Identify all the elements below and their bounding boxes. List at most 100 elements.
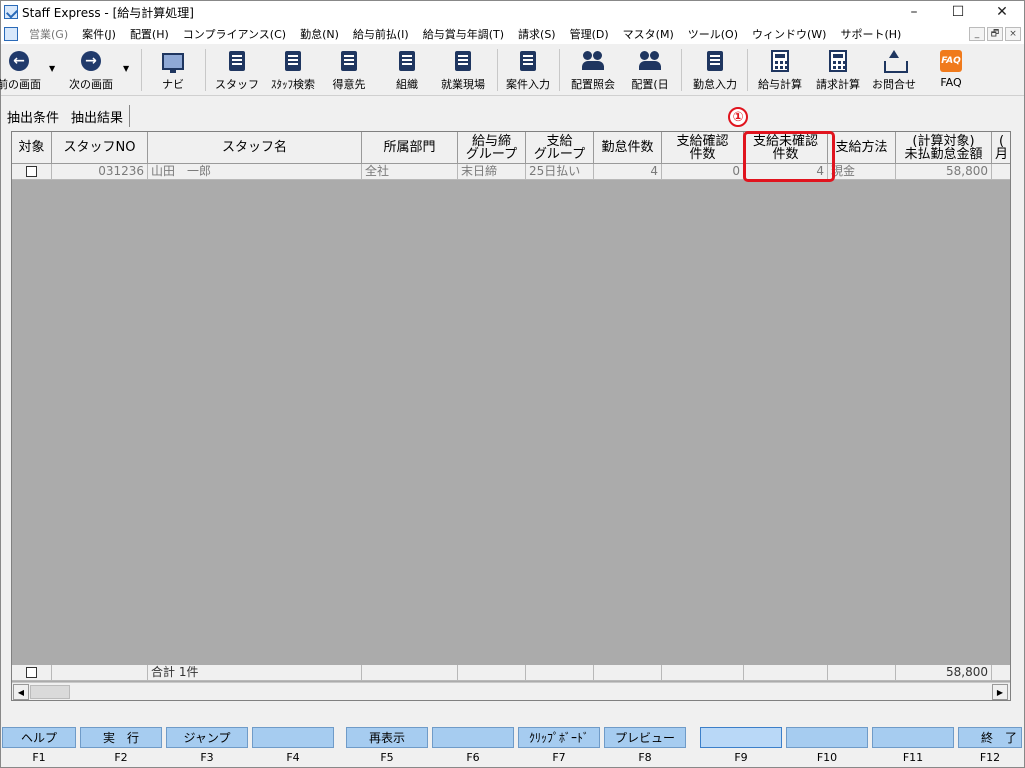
toolbar-separator: [205, 49, 206, 91]
f7-clipboard-button[interactable]: ｸﾘｯﾌﾟﾎﾞｰﾄﾞ: [518, 727, 600, 748]
col-header-payment-group[interactable]: 支給 グループ: [526, 132, 594, 164]
f9-button[interactable]: [700, 727, 782, 748]
organization-button[interactable]: 組織: [385, 46, 429, 94]
scroll-left-icon[interactable]: ◀: [13, 684, 29, 700]
tab-extraction-results[interactable]: 抽出結果: [65, 105, 131, 127]
toolbar-separator: [559, 49, 560, 91]
upload-icon: [883, 50, 908, 73]
col-header-staff-no[interactable]: スタッフNO: [52, 132, 148, 164]
inquiry-button[interactable]: お問合せ: [867, 46, 921, 94]
case-input-icon: [520, 51, 536, 71]
col-header-staff-name[interactable]: スタッフ名: [148, 132, 362, 164]
app-logo-icon: [4, 5, 18, 19]
total-blank-cell: [52, 665, 148, 681]
toolbar-separator: [497, 49, 498, 91]
menu-compliance[interactable]: コンプライアンス(C): [176, 26, 293, 42]
calculator-icon: [771, 50, 789, 72]
target-checkbox[interactable]: [26, 166, 37, 177]
payroll-calc-button[interactable]: 給与計算: [753, 46, 807, 94]
menu-master[interactable]: マスタ(M): [616, 26, 681, 42]
tab-extraction-conditions[interactable]: 抽出条件: [1, 105, 65, 127]
next-screen-button[interactable]: → 次の画面: [63, 46, 119, 94]
f2-execute-button[interactable]: 実 行: [80, 727, 162, 748]
menu-advance-pay[interactable]: 給与前払(I): [346, 26, 416, 42]
col-header-pay-confirmed-count[interactable]: 支給確認 件数: [662, 132, 744, 164]
f8-preview-button[interactable]: プレビュー: [604, 727, 686, 748]
case-input-button[interactable]: 案件入力: [501, 46, 555, 94]
attendance-input-button[interactable]: 勤怠入力: [687, 46, 743, 94]
cell-pay-confirmed-count: 0: [662, 164, 744, 180]
minimize-button[interactable]: –: [892, 1, 936, 23]
client-file-icon: [341, 51, 357, 71]
col-header-pay-cutoff-group[interactable]: 給与締 グループ: [458, 132, 526, 164]
select-all-checkbox[interactable]: [26, 667, 37, 678]
people-icon: [639, 51, 661, 71]
menu-placement[interactable]: 配置(H): [123, 26, 176, 42]
menu-bar: 営業(G) 案件(J) 配置(H) コンプライアンス(C) 勤怠(N) 給与前払…: [1, 23, 1024, 44]
menu-attendance[interactable]: 勤怠(N): [293, 26, 346, 42]
work-site-button[interactable]: 就業現場: [435, 46, 491, 94]
f7-key-label: F7: [552, 751, 566, 764]
total-blank-cell: [662, 665, 744, 681]
f4-button[interactable]: [252, 727, 334, 748]
staff-file-icon: [229, 51, 245, 71]
close-button[interactable]: ✕: [980, 1, 1024, 23]
menu-sales[interactable]: 営業(G): [22, 26, 75, 42]
toolbar-separator: [747, 49, 748, 91]
table-row[interactable]: 031236 山田 一郎 全社 末日締 25日払い 4 0 4 現金 58,80…: [12, 164, 1010, 180]
invoice-calc-button[interactable]: 請求計算: [811, 46, 865, 94]
mdi-minimize-button[interactable]: _: [969, 26, 985, 41]
col-header-department[interactable]: 所属部門: [362, 132, 458, 164]
menu-billing[interactable]: 請求(S): [511, 26, 563, 42]
total-label: 合計 1件: [148, 665, 362, 681]
menu-cases[interactable]: 案件(J): [75, 26, 123, 42]
total-blank-cell: [458, 665, 526, 681]
faq-icon: FAQ: [940, 50, 962, 72]
horizontal-scrollbar[interactable]: ◀ ▶: [12, 682, 1010, 700]
menu-tools[interactable]: ツール(O): [681, 26, 745, 42]
menu-window[interactable]: ウィンドウ(W): [745, 26, 833, 42]
col-header-unpaid-amount[interactable]: (計算対象) 未払勤怠金額: [896, 132, 992, 164]
navi-button[interactable]: ナビ: [151, 46, 195, 94]
results-grid[interactable]: 対象 スタッフNO スタッフ名 所属部門 給与締 グループ 支給 グループ 勤怠…: [11, 131, 1011, 701]
col-header-month[interactable]: ( 月: [992, 132, 1010, 164]
f1-help-button[interactable]: ヘルプ: [2, 727, 76, 748]
staff-button[interactable]: スタッフ: [213, 46, 261, 94]
scroll-thumb[interactable]: [30, 685, 70, 699]
document-icon[interactable]: [4, 26, 18, 41]
maximize-button[interactable]: ☐: [936, 1, 980, 23]
faq-button[interactable]: FAQ FAQ: [929, 46, 973, 94]
menu-support[interactable]: サポート(H): [833, 26, 908, 42]
work-site-file-icon: [455, 51, 471, 71]
select-all-checkbox-cell[interactable]: [12, 665, 52, 681]
prev-screen-button[interactable]: ← 前の画面: [0, 46, 45, 94]
col-header-payment-method[interactable]: 支給方法: [828, 132, 896, 164]
toolbar-separator: [681, 49, 682, 91]
dropdown-arrow-icon[interactable]: ▼: [49, 64, 55, 73]
f5-refresh-button[interactable]: 再表示: [346, 727, 428, 748]
menu-admin[interactable]: 管理(D): [563, 26, 616, 42]
client-button[interactable]: 得意先: [327, 46, 371, 94]
total-blank-cell: [992, 665, 1010, 681]
dropdown-arrow-icon[interactable]: ▼: [123, 64, 129, 73]
mdi-close-button[interactable]: ×: [1005, 26, 1021, 41]
placement-inquiry-button[interactable]: 配置照会: [565, 46, 621, 94]
cell-month: [992, 164, 1010, 180]
target-checkbox-cell[interactable]: [12, 164, 52, 180]
f12-exit-button[interactable]: 終 了: [958, 727, 1022, 748]
f10-button[interactable]: [786, 727, 868, 748]
placement-day-button[interactable]: 配置(日: [625, 46, 675, 94]
menu-payroll[interactable]: 給与賞与年調(T): [416, 26, 511, 42]
f6-button[interactable]: [432, 727, 514, 748]
mdi-restore-button[interactable]: 🗗: [987, 26, 1003, 41]
scroll-right-icon[interactable]: ▶: [992, 684, 1008, 700]
f3-jump-button[interactable]: ジャンプ: [166, 727, 248, 748]
arrow-right-icon: →: [81, 51, 101, 71]
col-header-attendance-count[interactable]: 勤怠件数: [594, 132, 662, 164]
f1-key-label: F1: [32, 751, 46, 764]
f11-button[interactable]: [872, 727, 954, 748]
total-blank-cell: [362, 665, 458, 681]
total-blank-cell: [828, 665, 896, 681]
col-header-target[interactable]: 対象: [12, 132, 52, 164]
staff-search-button[interactable]: ｽﾀｯﾌ検索: [265, 46, 321, 94]
